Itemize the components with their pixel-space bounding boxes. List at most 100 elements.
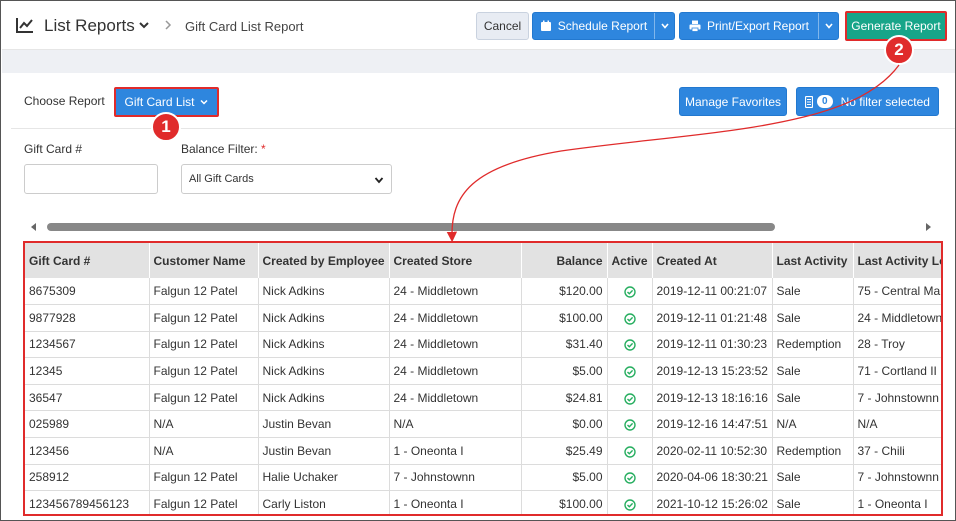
table-row[interactable]: 9877928 Falgun 12 Patel Nick Adkins 24 - Mi… [25,304,941,332]
manage-favorites-button[interactable]: Manage Favorites [679,87,787,116]
scroll-right-arrow-icon[interactable] [925,223,931,231]
schedule-report-button[interactable]: Schedule Report [532,12,675,40]
printer-icon [689,20,701,32]
table-header-row: Gift Card # Customer Name Created by Emplo… [25,243,941,278]
table-cell: 12345 [25,357,150,385]
table-cell: Sale [772,490,854,514]
chevron-down-icon [374,177,384,184]
print-export-button[interactable]: Print/Export Report [679,12,839,40]
table-cell: 123456 [25,437,150,465]
table-cell: Sale [772,384,854,412]
chevron-right-icon [165,20,172,30]
table-cell: Falgun 12 Patel [149,278,259,306]
report-table: Gift Card # Customer Name Created by Emplo… [25,243,941,514]
table-cell: 24 - Middletown [853,304,941,332]
table-cell: 1 - Oneonta I [389,490,522,514]
filter-summary-button[interactable]: 0 No filter selected [796,87,939,116]
schedule-label: Schedule Report [557,19,648,33]
active-status-icon [607,464,653,492]
table-cell: $100.00 [521,490,608,514]
active-status-icon [607,278,653,306]
scrollbar-thumb[interactable] [47,223,775,231]
table-cell: Sale [772,357,854,385]
table-cell: 24 - Middletown [389,278,522,306]
cancel-button[interactable]: Cancel [476,12,529,40]
table-row[interactable]: 123456 N/A Justin Bevan 1 - Oneonta I $25.49… [25,437,941,465]
active-status-icon [607,331,653,359]
header-divider-strip [2,50,955,73]
table-cell: 2020-02-11 10:52:30 [652,437,773,465]
column-header[interactable]: Last Activity [772,243,854,278]
table-cell: Falgun 12 Patel [149,357,259,385]
active-status-icon [607,384,653,412]
table-cell: Nick Adkins [258,384,390,412]
column-header[interactable]: Active [607,243,653,278]
calendar-icon [540,20,551,31]
giftcard-input[interactable] [24,164,158,194]
print-dropdown-toggle[interactable] [818,13,838,39]
active-status-icon [607,437,653,465]
table-row[interactable]: 12345 Falgun 12 Patel Nick Adkins 24 - Midd… [25,357,941,385]
table-row[interactable]: 8675309 Falgun 12 Patel Nick Adkins 24 - Mi… [25,278,941,306]
table-cell: 37 - Chili [853,437,941,465]
table-cell: 24 - Middletown [389,357,522,385]
table-row[interactable]: 258912 Falgun 12 Patel Halie Uchaker 7 - Jo… [25,464,941,492]
schedule-dropdown-toggle[interactable] [654,13,674,39]
page-title: List Reports [44,16,135,35]
table-cell: 258912 [25,464,150,492]
active-status-icon [607,490,653,514]
table-cell: 28 - Troy [853,331,941,359]
print-label: Print/Export Report [706,19,810,33]
table-cell: Justin Bevan [258,410,390,439]
check-circle-icon [623,366,636,378]
chevron-down-icon [824,23,833,29]
table-cell: N/A [389,410,522,439]
column-header[interactable]: Balance [521,243,608,278]
table-cell: 1 - Oneonta I [389,437,522,465]
column-header[interactable]: Gift Card # [25,243,150,278]
table-cell: $120.00 [521,278,608,306]
table-cell: $24.81 [521,384,608,412]
balance-filter-select[interactable]: All Gift Cards [181,164,392,194]
table-cell: 1 - Oneonta I [853,490,941,514]
column-header[interactable]: Customer Name [149,243,259,278]
column-header[interactable]: Created by Employee [258,243,390,278]
table-cell: 2019-12-13 18:16:16 [652,384,773,412]
table-cell: Nick Adkins [258,278,390,306]
table-cell: Nick Adkins [258,331,390,359]
table-cell: Redemption [772,331,854,359]
table-cell: 2021-10-12 15:26:02 [652,490,773,514]
table-cell: Sale [772,278,854,306]
table-cell: 24 - Middletown [389,384,522,412]
table-cell: $25.49 [521,437,608,465]
giftcard-field-label: Gift Card # [24,142,83,156]
table-cell: Falgun 12 Patel [149,490,259,514]
table-row[interactable]: 123456789456123 Falgun 12 Patel Carly List… [25,490,941,514]
column-header[interactable]: Created At [652,243,773,278]
chevron-down-icon[interactable] [138,19,150,31]
scroll-left-arrow-icon[interactable] [31,223,37,231]
table-row[interactable]: 36547 Falgun 12 Patel Nick Adkins 24 - Midd… [25,384,941,412]
table-cell: Sale [772,304,854,332]
active-status-icon [607,304,653,332]
table-cell: 2019-12-16 14:47:51 [652,410,773,439]
table-row[interactable]: 025989 N/A Justin Bevan N/A $0.00 2019-12-16 … [25,410,941,439]
table-cell: 24 - Middletown [389,304,522,332]
check-circle-icon [623,286,636,298]
table-cell: 36547 [25,384,150,412]
check-circle-icon [623,339,636,352]
generate-label: Generate Report [851,19,941,33]
table-horizontal-scrollbar[interactable] [27,219,939,235]
table-row[interactable]: 1234567 Falgun 12 Patel Nick Adkins 24 - Mi… [25,331,941,359]
table-cell: 24 - Middletown [389,331,522,359]
column-header[interactable]: Created Store [389,243,522,278]
column-header[interactable]: Last Activity Lo [853,243,941,278]
choose-report-label: Choose Report [24,94,105,108]
table-cell: $31.40 [521,331,608,359]
table-cell: 8675309 [25,278,150,306]
table-cell: $0.00 [521,410,608,439]
table-cell: 7 - Johnstownn [853,464,941,492]
check-circle-icon [623,419,636,431]
breadcrumb-current: Gift Card List Report [185,19,304,34]
table-cell: Redemption [772,437,854,465]
